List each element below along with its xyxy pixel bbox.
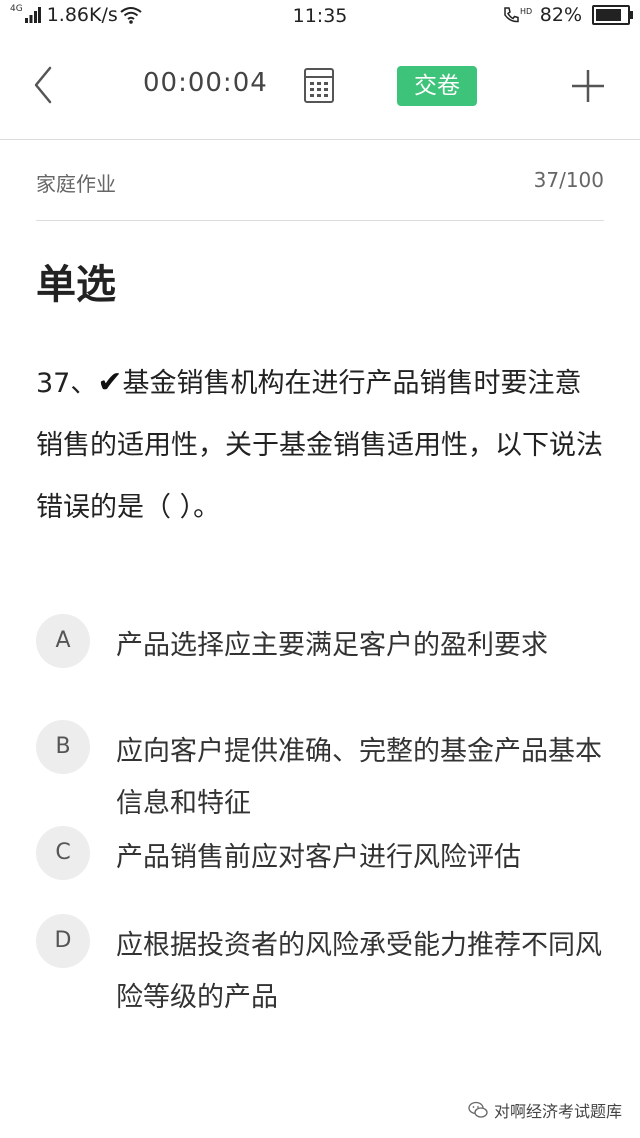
hd-call-icon: HD [504, 7, 532, 23]
option-text: 应根据投资者的风险承受能力推荐不同风险等级的产品 [116, 930, 602, 1013]
hd-label: HD [520, 7, 532, 16]
question-progress: 37/100 [533, 168, 604, 192]
chevron-left-icon [34, 66, 52, 104]
checkmark-icon: ✔ [97, 365, 123, 400]
question-type: 单选 [36, 262, 116, 308]
battery-icon [592, 5, 633, 25]
option-letter: D [36, 914, 90, 968]
section-header: 家庭作业 37/100 [36, 140, 604, 221]
answer-sheet-button[interactable] [300, 66, 338, 106]
back-button[interactable] [28, 62, 68, 108]
more-button[interactable] [568, 66, 608, 106]
watermark-text: 对啊经济考试题库 [493, 1102, 622, 1121]
battery-fill [596, 9, 621, 21]
status-bar: 4G 1.86K/s 11:35 HD 82% [0, 0, 640, 34]
option-text: 应向客户提供准确、完整的基金产品基本信息和特征 [116, 736, 602, 819]
plus-icon [572, 70, 604, 102]
submit-exam-button[interactable]: 交卷 [397, 66, 477, 106]
battery-percent: 82% [539, 4, 582, 26]
watermark: 对啊经济考试题库 [468, 1098, 622, 1122]
option-text: 产品选择应主要满足客户的盈利要求 [116, 630, 548, 661]
option-letter: C [36, 826, 90, 880]
exam-timer: 00:00:04 [143, 68, 268, 98]
wechat-icon [468, 1101, 488, 1118]
option-letter: A [36, 614, 90, 668]
option-letter: B [36, 720, 90, 774]
answer-sheet-icon [304, 68, 334, 103]
option-text: 产品销售前应对客户进行风险评估 [116, 842, 521, 873]
exam-toolbar: 00:00:04 交卷 [0, 34, 640, 140]
status-right: HD 82% [502, 4, 633, 26]
question-stem: 37、✔基金销售机构在进行产品销售时要注意销售的适用性，关于基金销售适用性，以下… [36, 352, 604, 539]
section-name: 家庭作业 [36, 172, 116, 196]
question-number: 37、 [36, 368, 98, 399]
